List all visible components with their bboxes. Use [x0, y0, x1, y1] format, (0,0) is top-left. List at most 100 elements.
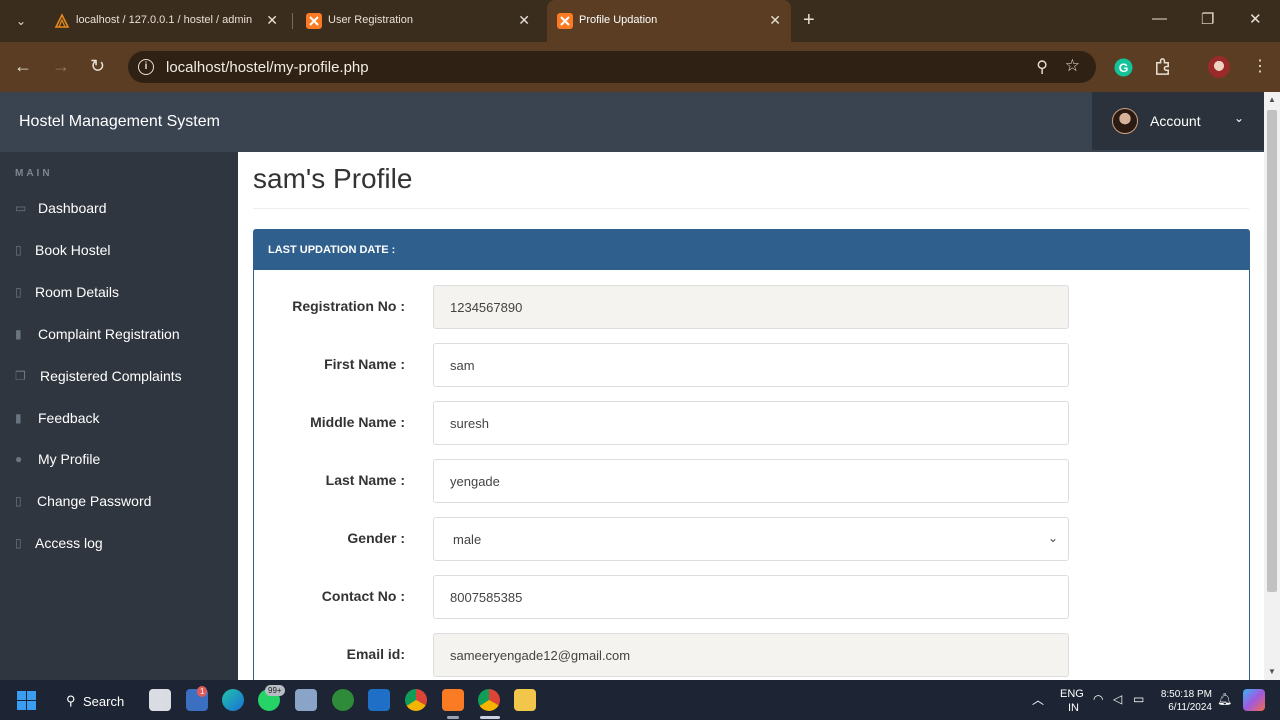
- chevron-down-icon: ⌄: [1047, 531, 1058, 545]
- form-row-first-name: First Name :: [254, 343, 1249, 387]
- wifi-icon[interactable]: ◠: [1093, 692, 1103, 706]
- site-info-icon[interactable]: i: [138, 59, 154, 75]
- sidebar-item-complaint-registration[interactable]: ▮ Complaint Registration: [0, 316, 238, 352]
- file-explorer-icon[interactable]: [514, 689, 536, 711]
- page-scrollbar[interactable]: ▲ ▼: [1264, 92, 1280, 680]
- sidebar: MAIN ▭ Dashboard ▯ Book Hostel ▯ Room De…: [0, 152, 238, 680]
- file-icon: ▮: [15, 327, 22, 341]
- phpmyadmin-icon: [54, 13, 70, 28]
- app-icon[interactable]: [295, 689, 317, 711]
- last-name-field[interactable]: [433, 459, 1069, 503]
- file-icon: ▯: [15, 285, 22, 299]
- sidebar-item-book-hostel[interactable]: ▯ Book Hostel: [0, 232, 238, 268]
- reload-icon[interactable]: ↻: [90, 55, 105, 77]
- sidebar-item-dashboard[interactable]: ▭ Dashboard: [0, 190, 238, 226]
- registration-no-label: Registration No :: [292, 298, 405, 314]
- xampp-icon[interactable]: [442, 689, 464, 711]
- sidebar-heading: MAIN: [15, 168, 53, 179]
- windows-start-icon[interactable]: [17, 691, 36, 710]
- edge-icon[interactable]: [222, 689, 244, 711]
- running-indicator: [447, 716, 459, 719]
- clock-date: 6/11/2024: [1168, 702, 1212, 713]
- close-icon[interactable]: ✕: [769, 12, 781, 29]
- form-row-email: Email id:: [254, 633, 1249, 677]
- forward-icon[interactable]: →: [52, 55, 70, 77]
- first-name-field[interactable]: [433, 343, 1069, 387]
- back-icon[interactable]: ←: [14, 55, 32, 77]
- zoom-icon[interactable]: ⚲: [1036, 57, 1048, 77]
- volume-icon[interactable]: ◁: [1113, 692, 1122, 706]
- panel-heading-text: LAST UPDATION DATE :: [268, 244, 396, 256]
- chrome-icon[interactable]: [478, 689, 500, 711]
- sidebar-item-feedback[interactable]: ▮ Feedback: [0, 400, 238, 436]
- site-brand[interactable]: Hostel Management System: [19, 113, 220, 131]
- task-view-icon[interactable]: [149, 689, 171, 711]
- outlook-icon[interactable]: [368, 689, 390, 711]
- extensions-icon[interactable]: [1153, 57, 1172, 76]
- tab-phpmyadmin[interactable]: localhost / 127.0.0.1 / hostel / admin |…: [44, 0, 288, 42]
- tab-title: User Registration: [328, 14, 413, 26]
- email-field[interactable]: [433, 633, 1069, 677]
- copy-icon: ❐: [15, 369, 26, 383]
- page-title: sam's Profile: [253, 163, 413, 194]
- restore-icon[interactable]: ❐: [1201, 10, 1214, 28]
- xampp-icon: [306, 13, 322, 29]
- language-line-2: IN: [1068, 702, 1079, 714]
- grammarly-icon[interactable]: G: [1114, 58, 1133, 77]
- sidebar-item-label: Book Hostel: [35, 242, 111, 258]
- panel-heading: LAST UPDATION DATE :: [254, 230, 1249, 270]
- whatsapp-badge: 99+: [265, 685, 285, 696]
- close-icon[interactable]: ✕: [518, 12, 530, 29]
- site-header: Hostel Management System Account ⌄: [0, 92, 1264, 152]
- sidebar-item-label: Registered Complaints: [40, 368, 182, 384]
- system-clock[interactable]: 8:50:18 PM 6/11/2024: [1160, 688, 1212, 714]
- tab-user-registration[interactable]: User Registration ✕: [296, 0, 540, 42]
- divider: [253, 208, 1249, 209]
- form-row-registration-no: Registration No :: [254, 285, 1249, 329]
- minimize-icon[interactable]: —: [1152, 10, 1167, 27]
- copilot-icon[interactable]: [1243, 689, 1265, 711]
- scrollbar-thumb[interactable]: [1267, 110, 1277, 592]
- battery-icon[interactable]: ▭: [1133, 692, 1144, 706]
- sidebar-item-registered-complaints[interactable]: ❐ Registered Complaints: [0, 358, 238, 394]
- more-menu-icon[interactable]: ⋮: [1252, 56, 1268, 76]
- tab-search-chevron-icon[interactable]: ⌄: [8, 9, 34, 33]
- sidebar-item-change-password[interactable]: ▯ Change Password: [0, 483, 238, 519]
- contact-no-field[interactable]: [433, 575, 1069, 619]
- tab-profile-updation[interactable]: Profile Updation ✕: [547, 0, 791, 42]
- chevron-up-icon[interactable]: ︿: [1032, 691, 1044, 708]
- registration-no-field[interactable]: [433, 285, 1069, 329]
- sidebar-item-label: Feedback: [38, 410, 100, 426]
- first-name-label: First Name :: [324, 356, 405, 372]
- file-icon: ▮: [15, 411, 22, 425]
- close-icon[interactable]: ✕: [266, 12, 278, 29]
- xbox-icon[interactable]: [332, 689, 354, 711]
- chrome-icon[interactable]: [405, 689, 427, 711]
- profile-avatar[interactable]: [1208, 56, 1230, 78]
- gender-select[interactable]: male ⌄: [433, 517, 1069, 561]
- sidebar-item-room-details[interactable]: ▯ Room Details: [0, 274, 238, 310]
- file-icon: ▯: [15, 536, 22, 550]
- bookmark-star-icon[interactable]: ☆: [1065, 56, 1080, 76]
- scroll-up-icon[interactable]: ▲: [1268, 95, 1276, 104]
- middle-name-field[interactable]: [433, 401, 1069, 445]
- url-text[interactable]: localhost/hostel/my-profile.php: [166, 59, 369, 76]
- file-icon: ▯: [15, 243, 22, 257]
- address-bar[interactable]: i localhost/hostel/my-profile.php ⚲ ☆: [128, 51, 1096, 83]
- form-row-gender: Gender : male ⌄: [254, 517, 1249, 561]
- sidebar-item-label: Access log: [35, 535, 103, 551]
- xampp-icon: [557, 13, 573, 29]
- new-tab-button[interactable]: +: [803, 10, 815, 30]
- middle-name-label: Middle Name :: [310, 414, 405, 430]
- taskbar-search-button[interactable]: ⚲ Search: [56, 688, 134, 714]
- account-dropdown[interactable]: Account ⌄: [1092, 92, 1264, 150]
- notification-bell-icon[interactable]: 🔔︎: [1217, 692, 1232, 706]
- scroll-down-icon[interactable]: ▼: [1268, 667, 1276, 676]
- email-label: Email id:: [346, 646, 405, 662]
- sidebar-item-label: Change Password: [37, 493, 152, 509]
- window-close-icon[interactable]: ✕: [1249, 10, 1262, 28]
- user-icon: ●: [15, 452, 23, 466]
- avatar: [1112, 108, 1138, 134]
- sidebar-item-access-log[interactable]: ▯ Access log: [0, 525, 238, 561]
- sidebar-item-my-profile[interactable]: ● My Profile: [0, 441, 238, 477]
